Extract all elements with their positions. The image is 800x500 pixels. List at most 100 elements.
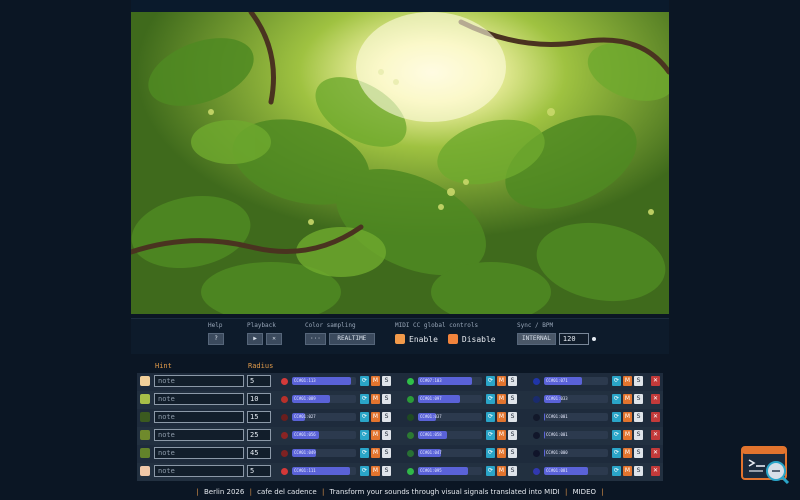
- video-preview[interactable]: [131, 12, 669, 314]
- bpm-input[interactable]: 120: [558, 333, 589, 345]
- s-icon[interactable]: S: [382, 394, 391, 404]
- delete-row-button[interactable]: ✕: [651, 394, 660, 404]
- s-icon[interactable]: S: [634, 412, 643, 422]
- hint-input[interactable]: note: [154, 393, 244, 405]
- radius-input[interactable]: 5: [247, 375, 271, 387]
- refresh-icon[interactable]: ⟳: [612, 430, 621, 440]
- s-icon[interactable]: S: [508, 394, 517, 404]
- m-icon[interactable]: M: [623, 466, 632, 476]
- cc-value-bar[interactable]: CC#01:089: [292, 395, 356, 403]
- m-icon[interactable]: M: [623, 412, 632, 422]
- hint-input[interactable]: note: [154, 411, 244, 423]
- hint-input[interactable]: note: [154, 465, 244, 477]
- radius-input[interactable]: 25: [247, 429, 271, 441]
- refresh-icon[interactable]: ⟳: [612, 376, 621, 386]
- color-swatch[interactable]: [140, 376, 150, 386]
- radius-input[interactable]: 5: [247, 465, 271, 477]
- footer-credit-link[interactable]: cafe del cadence: [257, 488, 317, 496]
- m-icon[interactable]: M: [497, 466, 506, 476]
- cc-value-bar[interactable]: CC#01:095: [418, 467, 482, 475]
- cc-value-bar[interactable]: CC#01:033: [544, 395, 608, 403]
- help-button[interactable]: ?: [208, 333, 224, 345]
- cc-value-bar[interactable]: CC#01:058: [418, 431, 482, 439]
- cc-value-bar[interactable]: CC#01:047: [418, 449, 482, 457]
- m-icon[interactable]: M: [371, 466, 380, 476]
- refresh-icon[interactable]: ⟳: [360, 394, 369, 404]
- terminal-search-icon[interactable]: [741, 446, 791, 485]
- s-icon[interactable]: S: [634, 394, 643, 404]
- delete-row-button[interactable]: ✕: [651, 430, 660, 440]
- midi-enable-toggle[interactable]: Enable: [395, 334, 438, 344]
- s-icon[interactable]: S: [634, 430, 643, 440]
- cc-value-bar[interactable]: CC#01:081: [544, 467, 608, 475]
- refresh-icon[interactable]: ⟳: [486, 448, 495, 458]
- cc-value-bar[interactable]: CC#01:001: [544, 431, 608, 439]
- sync-mode-button[interactable]: INTERNAL: [517, 333, 556, 345]
- refresh-icon[interactable]: ⟳: [612, 448, 621, 458]
- refresh-icon[interactable]: ⟳: [612, 412, 621, 422]
- m-icon[interactable]: M: [497, 430, 506, 440]
- cc-value-bar[interactable]: CC#01:097: [418, 395, 482, 403]
- delete-row-button[interactable]: ✕: [651, 412, 660, 422]
- refresh-icon[interactable]: ⟳: [360, 466, 369, 476]
- radius-input[interactable]: 15: [247, 411, 271, 423]
- s-icon[interactable]: S: [634, 448, 643, 458]
- color-swatch[interactable]: [140, 430, 150, 440]
- cc-value-bar[interactable]: CC#01:037: [418, 413, 482, 421]
- m-icon[interactable]: M: [497, 394, 506, 404]
- footer-brand[interactable]: MIDEO: [573, 488, 596, 496]
- m-icon[interactable]: M: [623, 394, 632, 404]
- sampling-mode-button[interactable]: REALTIME: [328, 333, 375, 345]
- s-icon[interactable]: S: [508, 430, 517, 440]
- cc-value-bar[interactable]: CC#01:071: [544, 377, 608, 385]
- hint-input[interactable]: note: [154, 447, 244, 459]
- refresh-icon[interactable]: ⟳: [360, 448, 369, 458]
- refresh-icon[interactable]: ⟳: [486, 466, 495, 476]
- stop-button[interactable]: ✕: [266, 333, 282, 345]
- delete-row-button[interactable]: ✕: [651, 466, 660, 476]
- s-icon[interactable]: S: [508, 466, 517, 476]
- s-icon[interactable]: S: [508, 448, 517, 458]
- color-swatch[interactable]: [140, 466, 150, 476]
- refresh-icon[interactable]: ⟳: [486, 376, 495, 386]
- m-icon[interactable]: M: [371, 376, 380, 386]
- refresh-icon[interactable]: ⟳: [360, 430, 369, 440]
- s-icon[interactable]: S: [634, 466, 643, 476]
- cc-value-bar[interactable]: CC#01:113: [292, 377, 356, 385]
- sampling-options-button[interactable]: ···: [305, 333, 326, 345]
- refresh-icon[interactable]: ⟳: [486, 394, 495, 404]
- m-icon[interactable]: M: [497, 376, 506, 386]
- refresh-icon[interactable]: ⟳: [612, 466, 621, 476]
- m-icon[interactable]: M: [497, 412, 506, 422]
- cc-value-bar[interactable]: CC#01:001: [544, 413, 608, 421]
- refresh-icon[interactable]: ⟳: [360, 412, 369, 422]
- s-icon[interactable]: S: [382, 448, 391, 458]
- m-icon[interactable]: M: [623, 430, 632, 440]
- cc-value-bar[interactable]: CC#01:111: [292, 467, 356, 475]
- delete-row-button[interactable]: ✕: [651, 376, 660, 386]
- s-icon[interactable]: S: [382, 412, 391, 422]
- delete-row-button[interactable]: ✕: [651, 448, 660, 458]
- radius-input[interactable]: 10: [247, 393, 271, 405]
- s-icon[interactable]: S: [382, 466, 391, 476]
- refresh-icon[interactable]: ⟳: [486, 412, 495, 422]
- midi-disable-toggle[interactable]: Disable: [447, 334, 496, 344]
- m-icon[interactable]: M: [371, 448, 380, 458]
- radius-input[interactable]: 45: [247, 447, 271, 459]
- color-swatch[interactable]: [140, 448, 150, 458]
- s-icon[interactable]: S: [382, 376, 391, 386]
- refresh-icon[interactable]: ⟳: [486, 430, 495, 440]
- m-icon[interactable]: M: [497, 448, 506, 458]
- m-icon[interactable]: M: [371, 430, 380, 440]
- s-icon[interactable]: S: [382, 430, 391, 440]
- hint-input[interactable]: note: [154, 375, 244, 387]
- cc-value-bar[interactable]: CC#01:056: [292, 431, 356, 439]
- cc-value-bar[interactable]: CC#01:049: [292, 449, 356, 457]
- m-icon[interactable]: M: [371, 412, 380, 422]
- cc-value-bar[interactable]: CC#01:000: [544, 449, 608, 457]
- m-icon[interactable]: M: [623, 448, 632, 458]
- refresh-icon[interactable]: ⟳: [360, 376, 369, 386]
- hint-input[interactable]: note: [154, 429, 244, 441]
- cc-value-bar[interactable]: CC#01:027: [292, 413, 356, 421]
- s-icon[interactable]: S: [634, 376, 643, 386]
